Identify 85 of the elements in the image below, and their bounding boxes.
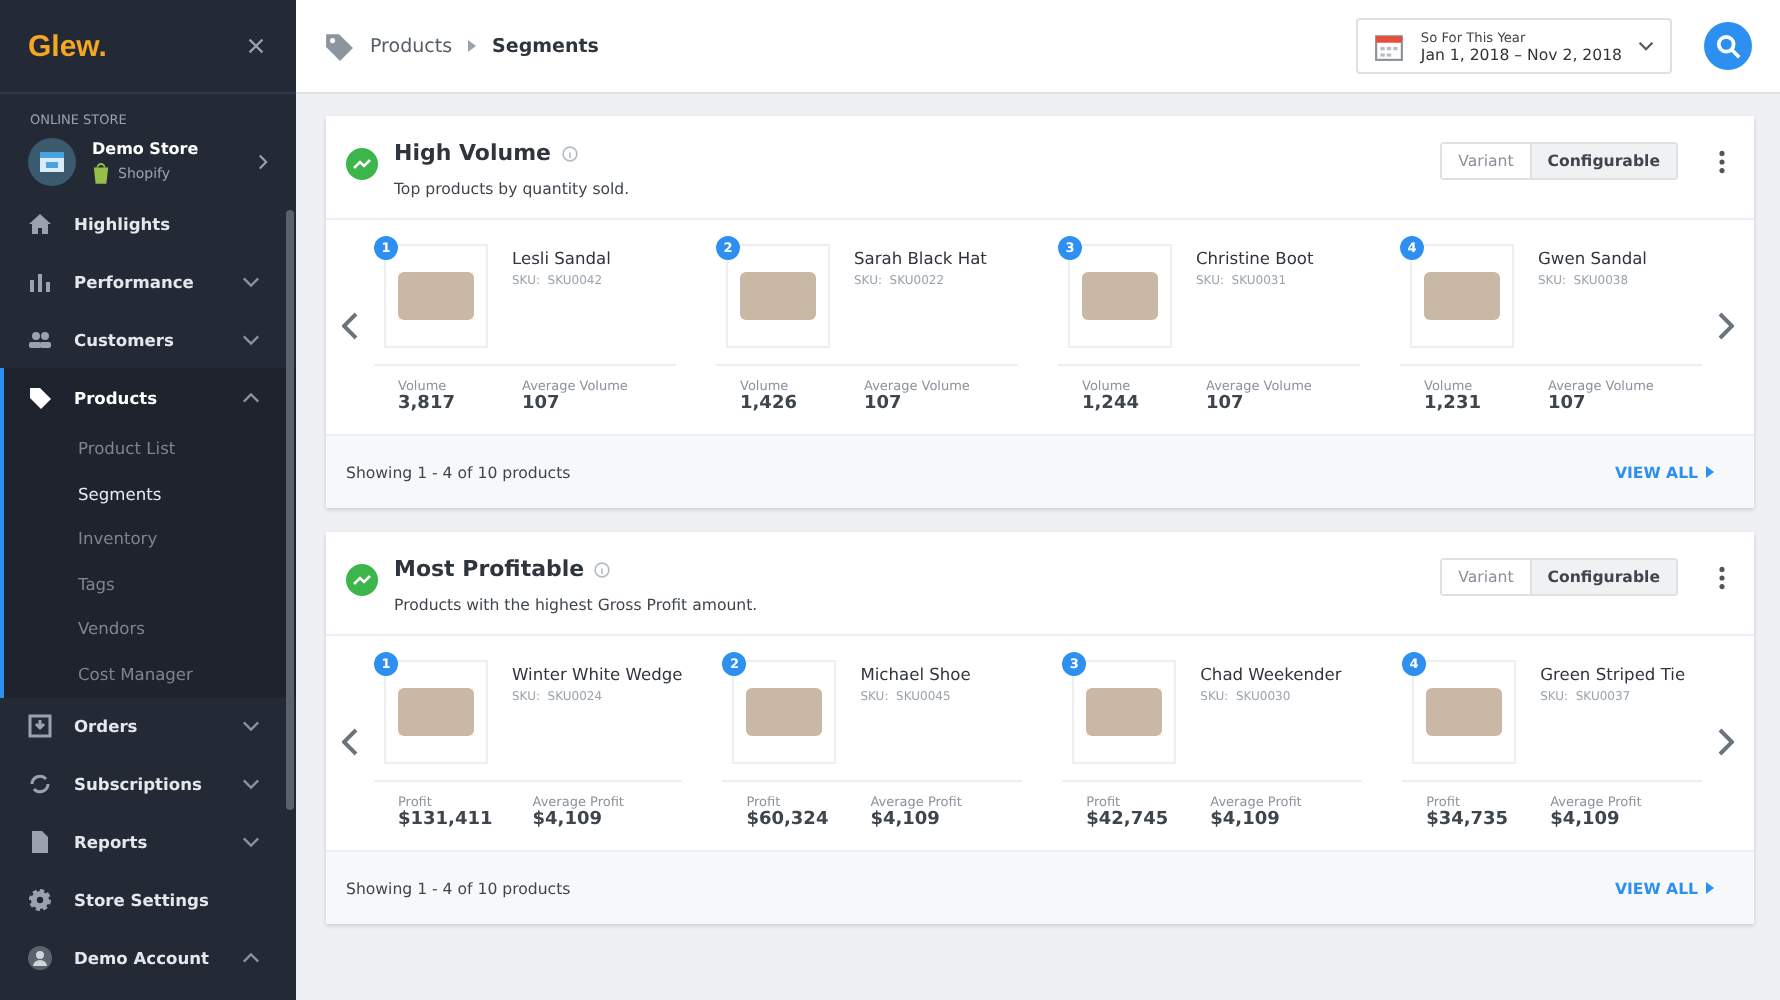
more-options-icon[interactable] xyxy=(1718,150,1726,174)
stat-value: 107 xyxy=(1206,394,1246,414)
nav-item[interactable]: Store Settings xyxy=(0,871,296,930)
settings-icon xyxy=(28,888,52,913)
segment-title: High Volume xyxy=(394,140,552,166)
calendar-icon xyxy=(1374,31,1405,61)
submenu-item[interactable]: Segments xyxy=(4,471,296,517)
chevron-icon xyxy=(242,391,260,403)
document-icon xyxy=(28,830,52,855)
stat-value: $42,745 xyxy=(1086,810,1171,830)
submenu-item[interactable]: Inventory xyxy=(4,516,296,562)
more-options-icon[interactable] xyxy=(1718,566,1726,590)
breadcrumb-item[interactable]: Products xyxy=(370,35,453,57)
product-name[interactable]: Lesli Sandal xyxy=(512,248,611,268)
trend-up-icon xyxy=(346,564,378,596)
stat-value: 1,244 xyxy=(1082,394,1141,414)
chevron-icon xyxy=(242,836,260,849)
caret-icon xyxy=(1706,466,1714,478)
nav-item[interactable]: Reports xyxy=(0,813,296,872)
photo-placeholder xyxy=(1412,660,1517,764)
stat-value: $60,324 xyxy=(746,810,831,830)
stat-value: 107 xyxy=(522,394,562,414)
stat-value: $131,411 xyxy=(398,810,493,830)
stat-value: 1,426 xyxy=(740,394,799,414)
product-name[interactable]: Gwen Sandal xyxy=(1538,248,1647,268)
stat-value: 107 xyxy=(1548,394,1588,414)
product-name[interactable]: Michael Shoe xyxy=(860,664,971,684)
product-name[interactable]: Christine Boot xyxy=(1196,248,1314,268)
nav-item[interactable]: Customers xyxy=(0,310,296,368)
chevron-icon xyxy=(242,333,260,345)
chevron-icon xyxy=(1638,40,1654,52)
submenu-item[interactable]: Product List xyxy=(4,426,296,472)
chevron-icon xyxy=(242,720,260,733)
submenu-item[interactable]: Vendors xyxy=(4,606,296,652)
product-name[interactable]: Chad Weekender xyxy=(1200,664,1342,684)
product-name[interactable]: Sarah Black Hat xyxy=(854,248,987,268)
stat-value: 3,817 xyxy=(398,394,457,414)
stat-value: $4,109 xyxy=(870,810,942,830)
user-icon xyxy=(28,946,52,971)
nav-item[interactable]: Subscriptions xyxy=(0,755,296,814)
photo-placeholder xyxy=(1072,660,1177,764)
photo-placeholder xyxy=(384,244,488,348)
caret-icon xyxy=(1706,882,1714,894)
tag-icon xyxy=(28,385,52,409)
chevron-icon xyxy=(258,154,268,170)
search-button[interactable] xyxy=(1704,22,1752,70)
people-icon xyxy=(28,327,52,351)
chevron-icon xyxy=(242,275,260,287)
nav-item[interactable]: Orders xyxy=(0,697,296,756)
house-icon xyxy=(28,211,52,235)
chevron-icon xyxy=(242,952,260,965)
logo: Glew. xyxy=(28,29,107,63)
breadcrumb-item: Segments xyxy=(492,35,599,57)
chevron-icon xyxy=(242,778,260,791)
product-name[interactable]: Green Striped Tie xyxy=(1540,664,1686,684)
photo-placeholder xyxy=(384,660,488,764)
photo-placeholder xyxy=(1068,244,1172,348)
chevron-icon xyxy=(468,40,477,52)
photo-placeholder xyxy=(1410,244,1514,348)
stat-value: $4,109 xyxy=(532,810,604,830)
refresh-icon xyxy=(28,772,52,797)
nav-item[interactable]: Demo Account xyxy=(0,929,296,988)
stat-value: 107 xyxy=(864,394,904,414)
nav-item[interactable]: Products xyxy=(4,368,296,426)
tag-icon xyxy=(324,31,354,61)
submenu-item[interactable]: Tags xyxy=(4,561,296,607)
product-name[interactable]: Winter White Wedge xyxy=(512,664,683,684)
stat-value: 1,231 xyxy=(1424,394,1483,414)
stat-value: $34,735 xyxy=(1426,810,1511,830)
trend-up-icon xyxy=(346,148,378,180)
shopping-bag-icon xyxy=(92,162,110,184)
submenu-item[interactable]: Cost Manager xyxy=(4,651,296,698)
close-icon[interactable] xyxy=(248,38,264,54)
bar-chart-icon xyxy=(28,269,52,293)
search-icon xyxy=(1715,33,1741,59)
stat-value: $4,109 xyxy=(1550,810,1622,830)
photo-placeholder xyxy=(726,244,830,348)
nav-item[interactable]: Performance xyxy=(0,252,296,310)
segment-title: Most Profitable xyxy=(394,556,585,582)
storefront-icon xyxy=(28,138,76,186)
scrollbar[interactable] xyxy=(286,210,294,810)
nav-item[interactable]: Highlights xyxy=(0,194,296,252)
stat-value: $4,109 xyxy=(1210,810,1282,830)
photo-placeholder xyxy=(732,660,837,764)
download-box-icon xyxy=(28,714,52,739)
